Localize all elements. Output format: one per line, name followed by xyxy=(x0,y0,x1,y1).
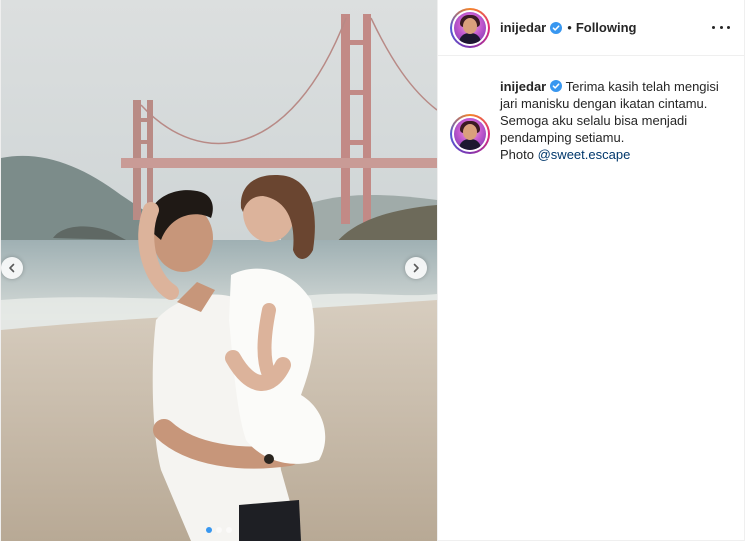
author-avatar[interactable] xyxy=(450,7,490,48)
caption-text: inijedar Terima kasih telah mengisi jari… xyxy=(500,78,722,163)
avatar-image xyxy=(454,11,486,44)
caption-line-text: Terima kasih telah mengisi xyxy=(565,79,719,94)
following-button[interactable]: Following xyxy=(576,20,637,35)
caption-line: inijedar Terima kasih telah mengisi xyxy=(500,78,722,95)
chevron-left-icon xyxy=(9,263,15,273)
avatar-frame xyxy=(452,116,488,152)
more-options-icon[interactable] xyxy=(712,19,730,37)
more-dot xyxy=(712,26,715,29)
caption-line: Semoga aku selalu bisa menjadi xyxy=(500,113,688,128)
author-username[interactable]: inijedar xyxy=(500,20,546,35)
verified-badge-icon xyxy=(550,21,563,34)
more-dot xyxy=(727,26,730,29)
carousel-dot xyxy=(226,527,232,533)
avatar-body xyxy=(459,139,481,150)
caption-avatar[interactable] xyxy=(450,114,490,154)
post-details-panel: inijedar • Following inijedar Terima kas… xyxy=(437,0,744,540)
carousel-next-button[interactable] xyxy=(405,257,427,279)
carousel-dot xyxy=(206,527,212,533)
caption-line: pendamping setiamu. xyxy=(500,130,625,145)
credit-mention-link[interactable]: @sweet.escape xyxy=(538,147,631,162)
verified-badge-icon xyxy=(550,80,563,92)
avatar-image xyxy=(454,118,486,150)
caption-username[interactable]: inijedar xyxy=(500,79,546,94)
avatar-face xyxy=(463,17,477,34)
header-separator: • xyxy=(567,20,572,35)
chevron-right-icon xyxy=(413,263,419,273)
instagram-post: inijedar • Following inijedar Terima kas… xyxy=(0,0,745,541)
carousel-indicator xyxy=(1,527,437,533)
credit-prefix: Photo xyxy=(500,147,534,162)
post-header: inijedar • Following xyxy=(438,0,744,56)
avatar-body xyxy=(459,32,481,44)
carousel-dot xyxy=(216,527,222,533)
carousel-prev-button[interactable] xyxy=(1,257,23,279)
post-photo[interactable] xyxy=(1,0,437,541)
avatar-frame xyxy=(452,9,488,46)
caption-comment: inijedar Terima kasih telah mengisi jari… xyxy=(438,56,744,163)
avatar-face xyxy=(463,124,477,140)
caption-credit: Photo @sweet.escape xyxy=(500,146,722,163)
more-dot xyxy=(719,26,723,29)
photo-illustration xyxy=(1,0,437,541)
caption-line: jari manisku dengan ikatan cintamu. xyxy=(500,96,708,111)
